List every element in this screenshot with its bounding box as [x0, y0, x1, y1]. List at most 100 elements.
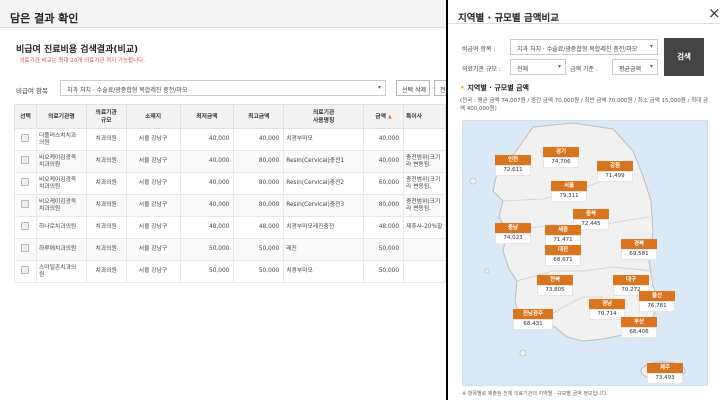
remark: 충전범위(크기 라 변동됨.	[403, 172, 446, 195]
row-checkbox[interactable]	[21, 156, 30, 164]
hospital-location: 서울 강남구	[125, 260, 181, 283]
remark: 충전범위(크기 라 변동됨.	[403, 150, 446, 173]
filter-label: 비급여 항목	[16, 87, 48, 95]
region-label[interactable]: 세종 71,471	[545, 225, 581, 246]
region-label[interactable]: 강원 71,499	[597, 161, 633, 182]
hospital-name[interactable]: 더플러스치치과 의원	[35, 128, 87, 151]
bullet-icon: •	[460, 84, 465, 92]
region-name: 부산	[621, 317, 657, 327]
row-select-cell[interactable]	[14, 150, 37, 173]
row-checkbox[interactable]	[21, 200, 30, 208]
region-value: 74,706	[543, 157, 579, 168]
region-value: 68,406	[621, 327, 657, 338]
row-select-cell[interactable]	[14, 128, 37, 151]
region-label[interactable]: 대전 68,671	[545, 245, 581, 266]
region-label[interactable]: 서울 79,311	[551, 181, 587, 202]
hospital-scale: 치과의원	[85, 150, 127, 173]
table-row[interactable]: 스마일존치과의 원 치과의원 서울 강남구 50,000 50,000 치경부마모 50,0…	[14, 260, 446, 283]
map-footnote: ※ 항목별로 제출된 전체 의료기관의 지역별 · 규모별 금액 정보입니다.	[462, 391, 608, 397]
col-header-name[interactable]: 의료기관명	[35, 104, 87, 129]
region-label[interactable]: 제주 73,493	[647, 363, 683, 384]
korea-map: 인천 72,611 경기 74,706 강원 71,499 서울 79,311 충북 72,445…	[462, 120, 708, 386]
row-select-cell[interactable]	[14, 216, 37, 239]
region-label[interactable]: 경남 70,714	[589, 299, 625, 320]
row-select-cell[interactable]	[14, 172, 37, 195]
table-row[interactable]: 비오케이김광욱 치과의원 치과의원 서울 강남구 40,000 80,000 Resin(…	[14, 194, 446, 217]
hospital-scale: 치과의원	[85, 128, 127, 151]
amount: 40,000	[363, 150, 405, 173]
hospital-name[interactable]: 비오케이김광욱 치과의원	[35, 150, 87, 173]
results-panel-header: 담은 결과 확인	[0, 0, 446, 28]
region-value: 79,311	[551, 191, 587, 202]
col-header-min[interactable]: 최저금액	[179, 104, 235, 129]
row-checkbox[interactable]	[21, 266, 30, 274]
remark	[403, 260, 446, 283]
col-header-location[interactable]: 소재지	[125, 104, 181, 129]
hospital-scale: 치과의원	[85, 260, 127, 283]
item-label: 비급여 항목 :	[462, 46, 496, 53]
hospital-name[interactable]: 비오케이김광욱 치과의원	[35, 194, 87, 217]
max-amount: 50,000	[233, 260, 285, 283]
hospital-name[interactable]: 하나로치과의원	[35, 216, 87, 239]
remark: 제휴사-20%할	[403, 216, 446, 239]
table-row[interactable]: 비오케이김광욱 치과의원 치과의원 서울 강남구 40,000 80,000 Resin(…	[14, 150, 446, 173]
amount-basis-select[interactable]: 평균금액 ▾	[612, 59, 658, 75]
region-label[interactable]: 부산 68,406	[621, 317, 657, 338]
chevron-down-icon: ▾	[649, 63, 653, 70]
row-select-cell[interactable]	[14, 194, 37, 217]
col-header-remark[interactable]: 특이사	[403, 104, 446, 129]
region-label[interactable]: 인천 72,611	[495, 155, 531, 176]
amount: 50,000	[363, 260, 405, 283]
region-item-select-value: 치과 처치 · 수술료/광중합형 복합레진 충전/마모	[517, 46, 638, 53]
table-row[interactable]: 더플러스치치과 의원 치과의원 서울 강남구 40,000 40,000 치경부마모 40,…	[14, 128, 446, 151]
max-amount: 80,000	[233, 194, 285, 217]
row-select-cell[interactable]	[14, 238, 37, 261]
region-compare-panel: 지역별 · 규모별 금액비교 × 비급여 항목 : 치과 처치 · 수술료/광중…	[448, 0, 720, 400]
region-value: 68,431	[513, 319, 553, 330]
region-label[interactable]: 울산 76,781	[639, 291, 675, 312]
hospital-scale: 치과의원	[85, 172, 127, 195]
scale-select[interactable]: 전체 ▾	[510, 59, 566, 75]
col-header-max[interactable]: 최고금액	[233, 104, 285, 129]
row-checkbox[interactable]	[21, 244, 30, 252]
hospital-location: 서울 강남구	[125, 194, 181, 217]
min-amount: 48,000	[179, 216, 235, 239]
hospital-name[interactable]: 하루에치과의원	[35, 238, 87, 261]
region-compare-title: 지역별 · 규모별 금액비교	[458, 13, 559, 24]
max-amount: 48,000	[233, 216, 285, 239]
row-checkbox[interactable]	[21, 134, 30, 142]
region-label[interactable]: 전북 73,805	[537, 275, 573, 296]
region-value: 76,781	[639, 301, 675, 312]
hospital-location: 서울 강남구	[125, 150, 181, 173]
region-label[interactable]: 전남광주 68,431	[513, 309, 553, 330]
table-row[interactable]: 하루에치과의원 치과의원 서울 강남구 50,000 50,000 레진 50,000	[14, 238, 446, 261]
row-checkbox[interactable]	[21, 178, 30, 186]
row-checkbox[interactable]	[21, 222, 30, 230]
region-label[interactable]: 경북 69,581	[621, 239, 657, 260]
table-row[interactable]: 하나로치과의원 치과의원 서울 강남구 48,000 48,000 치경부마모레진충전 48…	[14, 216, 446, 239]
table-row[interactable]: 비오케이김광욱 치과의원 치과의원 서울 강남구 40,000 80,000 Resin(…	[14, 172, 446, 195]
amount: 60,000	[363, 172, 405, 195]
usage-name: Resin(Cervical)충전1	[283, 150, 365, 173]
partial-button[interactable]: 전	[434, 80, 446, 96]
col-header-scale[interactable]: 의료기관 규모	[85, 104, 127, 129]
usage-name: 치경부마모	[283, 128, 365, 151]
search-button[interactable]: 검색	[664, 38, 704, 76]
delete-selected-button[interactable]: 선택 삭제	[396, 80, 430, 96]
region-subtitle-text: 지역별 · 규모별 금액	[467, 84, 529, 92]
hospital-name[interactable]: 스마일존치과의 원	[35, 260, 87, 283]
hospital-name[interactable]: 비오케이김광욱 치과의원	[35, 172, 87, 195]
region-item-select[interactable]: 치과 처치 · 수술료/광중합형 복합레진 충전/마모 ▾	[510, 39, 658, 55]
item-select[interactable]: 치과 처치 · 수술료/광중합형 복합레진 충전/마모 ▾	[60, 80, 386, 96]
sort-asc-icon[interactable]: ▲	[388, 114, 392, 120]
region-name: 전남광주	[513, 309, 553, 319]
table-header-row: 선택 의료기관명 의료기관 규모 소재지 최저금액 최고금액 의료기관 사용명칭…	[14, 104, 446, 129]
col-header-usage[interactable]: 의료기관 사용명칭	[283, 104, 365, 129]
results-panel-title: 담은 결과 확인	[10, 12, 79, 25]
region-label[interactable]: 경기 74,706	[543, 147, 579, 168]
region-label[interactable]: 충남 74,023	[495, 223, 531, 244]
close-icon[interactable]: ×	[708, 4, 720, 22]
col-header-amount[interactable]: 금액 ▲	[363, 104, 405, 129]
region-name: 전북	[537, 275, 573, 285]
row-select-cell[interactable]	[14, 260, 37, 283]
